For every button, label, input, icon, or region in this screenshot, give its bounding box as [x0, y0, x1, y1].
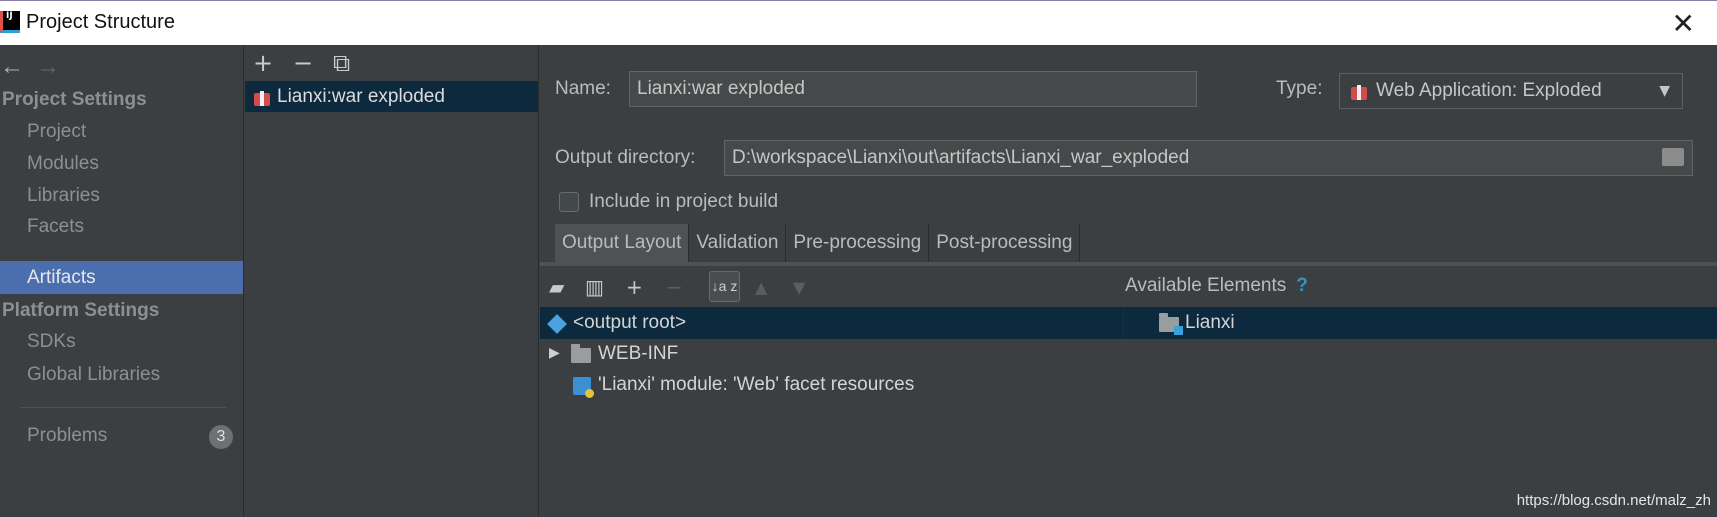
tree-divider — [1123, 307, 1124, 339]
copy-icon[interactable]: ⧉ — [333, 49, 373, 77]
name-label: Name: — [555, 78, 611, 99]
expand-triangle-icon[interactable]: ▶ — [549, 345, 560, 361]
nav-item-libraries[interactable]: Libraries — [0, 179, 243, 212]
tab-output-layout[interactable]: Output Layout — [555, 224, 690, 262]
output-directory-field[interactable]: D:\workspace\Lianxi\out\artifacts\Lianxi… — [724, 140, 1693, 176]
web-artifact-icon — [253, 88, 271, 106]
type-label: Type: — [1276, 78, 1323, 99]
web-artifact-icon — [1350, 82, 1368, 100]
nav-item-modules[interactable]: Modules — [0, 147, 243, 180]
chevron-down-icon: ▼ — [1659, 83, 1670, 99]
web-facet-resources-node[interactable]: 'Lianxi' module: 'Web' facet resources — [598, 374, 914, 396]
problems-count-badge: 3 — [209, 425, 233, 449]
nav-item-project[interactable]: Project — [0, 115, 243, 148]
output-root-icon — [547, 314, 567, 334]
help-icon[interactable]: ? — [1296, 275, 1308, 296]
folder-icon — [571, 344, 591, 363]
output-directory-label: Output directory: — [555, 147, 696, 168]
nav-divider — [20, 407, 226, 408]
include-in-build-checkbox[interactable] — [559, 192, 579, 212]
move-up-icon[interactable]: ▲ — [755, 278, 767, 297]
output-directory-value: D:\workspace\Lianxi\out\artifacts\Lianxi… — [732, 147, 1190, 168]
web-inf-node[interactable]: WEB-INF — [598, 343, 678, 365]
settings-nav: ← → Project Settings Project Modules Libr… — [0, 45, 244, 517]
nav-item-problems[interactable]: Problems 3 — [0, 419, 243, 452]
available-elements-header: Available Elements? — [1125, 275, 1308, 297]
name-field[interactable]: Lianxi:war exploded — [629, 71, 1197, 107]
nav-item-global-libraries[interactable]: Global Libraries — [0, 358, 243, 391]
tab-validation[interactable]: Validation — [689, 224, 787, 262]
available-element-lianxi[interactable]: Lianxi — [1185, 312, 1235, 334]
new-directory-icon[interactable]: ▰ — [549, 275, 564, 299]
window-title: Project Structure — [26, 11, 175, 33]
artifact-list-item[interactable]: Lianxi:war exploded — [245, 81, 538, 112]
add-icon[interactable]: + — [253, 49, 293, 77]
tab-pre-processing[interactable]: Pre-processing — [786, 224, 930, 262]
nav-item-sdks[interactable]: SDKs — [0, 325, 243, 358]
artifact-list-panel: + − ⧉ Lianxi:war exploded — [245, 45, 539, 517]
watermark-text: https://blog.csdn.net/malz_zh — [1516, 492, 1711, 509]
tab-underline — [540, 262, 1717, 266]
title-bar: IJ Project Structure ✕ — [0, 0, 1717, 45]
project-settings-header: Project Settings — [2, 89, 147, 110]
platform-settings-header: Platform Settings — [2, 300, 160, 321]
back-arrow-icon[interactable]: ← — [0, 53, 36, 81]
output-root-node[interactable]: <output root> — [573, 312, 686, 334]
nav-item-facets[interactable]: Facets — [0, 210, 243, 243]
history-buttons: ← → — [0, 53, 72, 83]
browse-folder-icon[interactable] — [1662, 148, 1684, 166]
sort-elements-icon[interactable]: ↓a z — [709, 271, 740, 302]
remove-icon[interactable]: − — [293, 49, 333, 77]
artifact-list-item-label: Lianxi:war exploded — [277, 86, 445, 107]
archive-icon[interactable]: ▥ — [585, 275, 604, 299]
forward-arrow-icon[interactable]: → — [36, 53, 72, 81]
intellij-app-icon: IJ — [0, 11, 20, 33]
add-copy-of-icon[interactable]: + — [626, 275, 643, 299]
problems-label: Problems — [27, 425, 108, 446]
nav-item-artifacts[interactable]: Artifacts — [0, 261, 243, 294]
artifact-tabs: Output Layout Validation Pre-processing … — [555, 224, 1081, 262]
module-folder-icon — [1159, 313, 1183, 335]
artifact-details-panel: Name: Lianxi:war exploded Type: Web Appl… — [540, 45, 1717, 517]
artifact-list-toolbar: + − ⧉ — [253, 49, 373, 77]
tab-post-processing[interactable]: Post-processing — [929, 224, 1081, 262]
move-down-icon[interactable]: ▼ — [793, 278, 805, 297]
type-select-value: Web Application: Exploded — [1376, 80, 1602, 101]
include-in-build-label: Include in project build — [589, 191, 779, 212]
close-icon[interactable]: ✕ — [1672, 7, 1695, 40]
web-facet-icon — [573, 377, 594, 398]
remove-element-icon[interactable]: − — [666, 275, 683, 299]
available-elements-label: Available Elements — [1125, 275, 1287, 296]
output-layout-tree: <output root> ▶ WEB-INF 'Lianxi' module:… — [540, 307, 1717, 517]
output-layout-toolbar: ▰ ▥ + − ↓a z ▲ ▼ Available Elements? — [540, 267, 1717, 307]
type-select[interactable]: Web Application: Exploded ▼ — [1339, 73, 1683, 109]
